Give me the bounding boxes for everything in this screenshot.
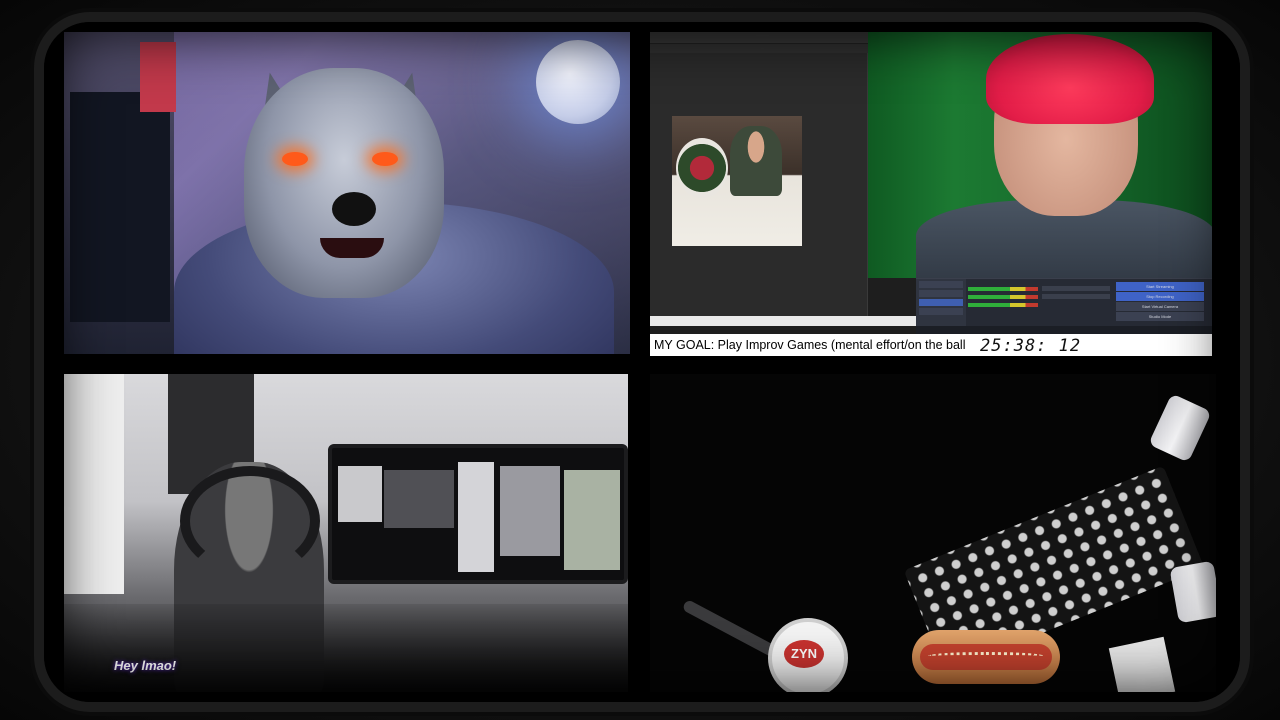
monitor-window (564, 470, 620, 570)
wolf-mouth (320, 238, 384, 258)
streamer-red-hair (986, 34, 1154, 124)
audio-meter (968, 303, 1038, 307)
obs-source-row[interactable] (919, 308, 963, 315)
studio-mode-button[interactable]: Studio Mode (1116, 312, 1204, 321)
obs-audio-mixer (968, 283, 1038, 311)
crt-screen: Start Streaming Stop Recording Start Vir… (44, 22, 1240, 702)
goal-banner: MY GOAL: Play Improv Games (mental effor… (650, 334, 1212, 356)
bouquet (676, 138, 728, 198)
photo-person (730, 126, 782, 196)
photoshop-window (650, 32, 868, 316)
obs-transitions (1042, 283, 1110, 302)
dark-doorway (70, 92, 170, 322)
hotdog-toy (912, 630, 1060, 684)
obs-dock: Start Streaming Stop Recording Start Vir… (916, 278, 1212, 327)
wolf-filter-camera (64, 32, 630, 354)
wolf-right-eye-fire (372, 152, 398, 166)
face-camera (868, 32, 1212, 290)
mustard-squiggle (928, 652, 1044, 660)
obs-status-bar (916, 326, 1212, 334)
sticker-pack (1108, 636, 1176, 692)
obs-source-row[interactable] (919, 281, 963, 288)
horizontal-divider (44, 356, 1240, 374)
wolf-head (244, 68, 444, 298)
photoshop-menubar[interactable] (650, 32, 868, 44)
monitor-window (500, 466, 560, 556)
wolf-nose (332, 192, 376, 226)
zyn-tin: ZYN (768, 618, 848, 692)
monitor-window (338, 466, 382, 522)
obs-controls: Start Streaming Stop Recording Start Vir… (1116, 281, 1208, 322)
chat-caption: Hey lmao! (114, 658, 177, 673)
stream-capture: Start Streaming Stop Recording Start Vir… (650, 32, 1212, 356)
monitor-window (384, 470, 454, 528)
zyn-logo: ZYN (784, 640, 824, 668)
overhead-desk-camera: ZYN (644, 374, 1216, 692)
obs-source-row[interactable] (919, 290, 963, 297)
obs-sources-list (916, 279, 966, 327)
stream-timer: 25:38: 12 (980, 336, 1082, 356)
audio-meter (968, 295, 1038, 299)
white-door (64, 374, 124, 594)
goal-text: MY GOAL: Play Improv Games (mental effor… (654, 338, 966, 352)
ultrawide-monitor (328, 444, 628, 584)
transition-select[interactable] (1042, 286, 1110, 291)
drink-can (1169, 560, 1216, 624)
red-flag (140, 42, 176, 112)
desk-surface (64, 604, 628, 692)
stop-recording-button[interactable]: Stop Recording (1116, 292, 1204, 301)
photo-canvas[interactable] (672, 116, 802, 246)
headphones (180, 466, 320, 576)
drink-can (1148, 393, 1212, 463)
obs-source-row-selected[interactable] (919, 299, 963, 306)
monitor-window (458, 462, 494, 572)
audio-meter (968, 287, 1038, 291)
desk-camera: Hey lmao! (64, 374, 628, 692)
duration-field[interactable] (1042, 294, 1110, 299)
preview-strip (650, 316, 916, 326)
wolf-left-eye-fire (282, 152, 308, 166)
virtual-camera-button[interactable]: Start Virtual Camera (1116, 302, 1204, 311)
start-streaming-button[interactable]: Start Streaming (1116, 282, 1204, 291)
moon-overlay (536, 40, 620, 124)
photoshop-options-bar[interactable] (650, 44, 868, 53)
